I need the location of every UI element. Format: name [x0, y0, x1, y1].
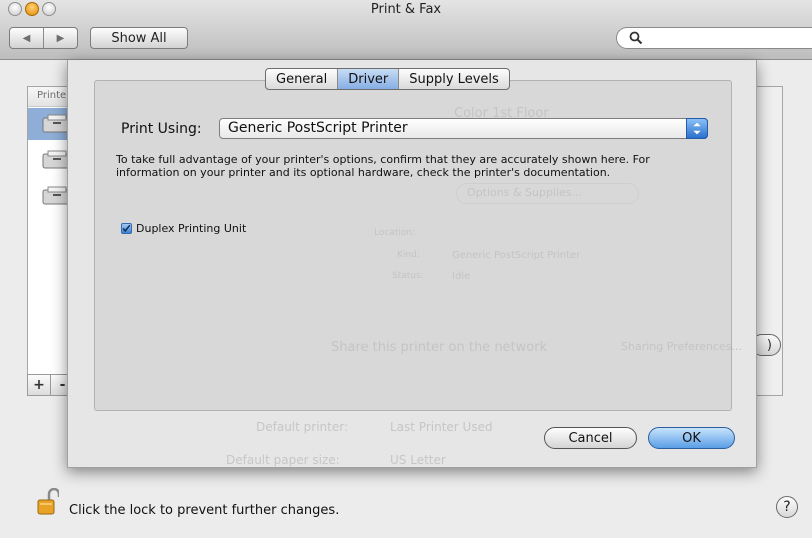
tab-supply-levels[interactable]: Supply Levels — [398, 69, 509, 89]
lock-message: Click the lock to prevent further change… — [69, 503, 340, 518]
duplex-label: Duplex Printing Unit — [136, 222, 247, 235]
right-arrow-icon[interactable]: ▶ — [43, 28, 77, 48]
left-arrow-icon[interactable]: ◀ — [10, 28, 43, 48]
print-using-value: Generic PostScript Printer — [228, 120, 408, 136]
back-forward-control: ◀ ▶ — [9, 27, 78, 49]
default-printer-label: Default printer: — [256, 420, 349, 434]
window-title: Print & Fax — [370, 2, 442, 17]
default-printer-value: Last Printer Used — [390, 420, 493, 434]
window-toolbar: Print & Fax ◀ ▶ Show All — [0, 0, 812, 60]
default-paper-label: Default paper size: — [226, 453, 340, 467]
chevron-up-down-icon — [686, 118, 708, 139]
tab-driver[interactable]: Driver — [337, 69, 399, 89]
ok-button[interactable]: OK — [648, 427, 735, 449]
tab-bar: General Driver Supply Levels — [265, 68, 510, 90]
search-field[interactable] — [616, 27, 812, 49]
search-icon — [629, 31, 643, 45]
cancel-button[interactable]: Cancel — [544, 427, 637, 449]
printer-options-sheet: Color 1st Floor Options & Supplies... Lo… — [67, 60, 757, 468]
duplex-checkbox[interactable]: Duplex Printing Unit — [121, 222, 246, 235]
tab-general[interactable]: General — [266, 69, 337, 89]
lock-icon[interactable] — [37, 488, 59, 516]
add-printer-button[interactable]: + — [27, 374, 51, 396]
default-paper-value: US Letter — [390, 453, 446, 467]
print-using-label: Print Using: — [121, 121, 202, 137]
show-all-button[interactable]: Show All — [90, 27, 188, 49]
checkmark-icon[interactable] — [121, 223, 132, 234]
driver-info-text: To take full advantage of your printer's… — [116, 153, 650, 179]
print-using-select[interactable]: Generic PostScript Printer — [219, 118, 708, 139]
help-button[interactable]: ? — [776, 496, 798, 518]
